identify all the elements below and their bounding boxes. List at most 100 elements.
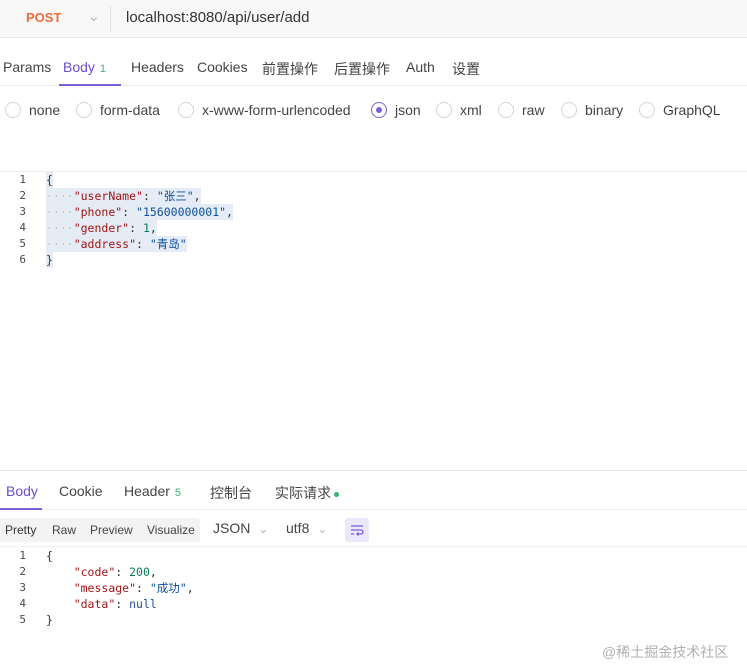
divider xyxy=(0,546,747,547)
tab-label: 后置操作 xyxy=(334,61,390,77)
code-text: "data": null xyxy=(73,597,157,611)
wrap-lines-icon xyxy=(351,525,364,536)
code-line: 1 { xyxy=(0,172,747,188)
encoding-select[interactable]: utf8 ⌄ xyxy=(286,520,327,536)
line-number: 4 xyxy=(19,597,26,610)
format-pretty-button[interactable]: Pretty xyxy=(5,523,36,537)
code-line: 2 "code": 200, xyxy=(0,564,747,580)
tab-post-script[interactable]: 后置操作 xyxy=(334,59,390,79)
json-value: 200 xyxy=(129,565,150,579)
tab-body[interactable]: Body 1 xyxy=(63,59,106,75)
line-number: 5 xyxy=(19,613,26,626)
line-number: 1 xyxy=(19,173,26,186)
tab-label: 设置 xyxy=(452,61,480,77)
tab-response-actual-request[interactable]: 实际请求 xyxy=(275,483,339,503)
url-input[interactable]: localhost:8080/api/user/add xyxy=(126,9,309,26)
tab-label: Params xyxy=(3,59,52,75)
line-number: 5 xyxy=(19,237,26,250)
tab-cookies[interactable]: Cookies xyxy=(197,59,248,75)
code-text: } xyxy=(46,252,53,268)
radio-icon xyxy=(436,102,452,118)
line-number: 3 xyxy=(19,581,26,594)
radio-binary[interactable]: binary xyxy=(561,98,623,122)
json-comma: , xyxy=(149,221,157,235)
tab-label: 实际请求 xyxy=(275,485,331,501)
active-tab-indicator xyxy=(59,84,121,86)
tab-auth[interactable]: Auth xyxy=(406,59,435,75)
radio-graphql[interactable]: GraphQL xyxy=(639,98,721,122)
select-value: JSON xyxy=(213,520,251,536)
panel-divider[interactable] xyxy=(0,470,747,471)
radio-x-www-form-urlencoded[interactable]: x-www-form-urlencoded xyxy=(178,98,351,122)
json-key: "userName" xyxy=(73,189,143,203)
code-text: "code": 200, xyxy=(73,565,157,579)
tab-badge: 5 xyxy=(174,487,182,499)
tab-response-console[interactable]: 控制台 xyxy=(210,483,252,503)
watermark: @稀土掘金技术社区 xyxy=(602,644,729,660)
tab-label: Body xyxy=(6,483,38,499)
radio-icon xyxy=(639,102,655,118)
radio-label: json xyxy=(395,102,421,118)
radio-xml[interactable]: xml xyxy=(436,98,482,122)
radio-checked-icon xyxy=(371,102,387,118)
tab-response-header[interactable]: Header 5 xyxy=(124,483,181,499)
json-value: null xyxy=(129,597,157,611)
line-number: 1 xyxy=(19,549,26,562)
tab-response-cookie[interactable]: Cookie xyxy=(59,483,103,499)
code-text: { xyxy=(46,172,53,188)
radio-form-data[interactable]: form-data xyxy=(76,98,160,122)
json-value: "15600000001" xyxy=(136,205,227,219)
tab-label: Header xyxy=(124,483,170,499)
tab-response-body[interactable]: Body xyxy=(6,483,38,499)
radio-raw[interactable]: raw xyxy=(498,98,545,122)
radio-label: form-data xyxy=(100,102,160,118)
tab-headers[interactable]: Headers xyxy=(131,59,184,75)
json-comma: , xyxy=(149,565,157,579)
json-key: "gender" xyxy=(73,221,130,235)
format-visualize-button[interactable]: Visualize xyxy=(147,523,195,537)
radio-icon xyxy=(561,102,577,118)
tab-label: Headers xyxy=(131,59,184,75)
format-preview-button[interactable]: Preview xyxy=(90,523,133,537)
url-bar: POST ⌄ localhost:8080/api/user/add xyxy=(0,0,747,38)
radio-label: none xyxy=(29,102,61,118)
radio-label: raw xyxy=(522,102,545,118)
json-comma: , xyxy=(226,205,233,219)
code-line: 4 "data": null xyxy=(0,596,747,612)
request-tabs: Params Body 1 Headers Cookies 前置操作 后置操作 A… xyxy=(0,50,747,86)
status-dot-icon xyxy=(334,491,339,497)
radio-json[interactable]: json xyxy=(371,98,421,122)
tab-label: 前置操作 xyxy=(262,61,318,77)
json-value: 1 xyxy=(142,221,150,235)
body-type-radio-group: none form-data x-www-form-urlencoded jso… xyxy=(0,98,747,122)
code-line: 5 ····"address": "青岛" xyxy=(0,236,747,252)
code-text: { xyxy=(46,549,53,563)
code-line: 2 ····"userName": "张三", xyxy=(0,188,747,204)
word-wrap-button[interactable] xyxy=(345,518,369,542)
chevron-down-icon: ⌄ xyxy=(258,522,269,536)
line-number: 2 xyxy=(19,189,26,202)
tab-params[interactable]: Params xyxy=(3,59,51,75)
json-key: "data" xyxy=(73,597,116,611)
chevron-down-icon[interactable]: ⌄ xyxy=(88,8,100,25)
divider xyxy=(110,6,111,32)
language-select[interactable]: JSON ⌄ xyxy=(213,520,268,536)
json-key: "address" xyxy=(73,237,137,251)
json-value: "青岛" xyxy=(149,237,187,251)
radio-none[interactable]: none xyxy=(5,98,60,122)
radio-label: x-www-form-urlencoded xyxy=(202,102,351,118)
format-raw-button[interactable]: Raw xyxy=(52,523,76,537)
tab-label: 控制台 xyxy=(210,485,252,501)
response-tabs: Body Cookie Header 5 控制台 实际请求 xyxy=(0,472,747,510)
tab-label: Body xyxy=(63,59,95,75)
json-key: "message" xyxy=(73,581,137,595)
response-format-bar: Pretty Raw Preview Visualize JSON ⌄ utf8 ⌄ xyxy=(0,516,747,544)
tab-settings[interactable]: 设置 xyxy=(452,59,480,79)
radio-icon xyxy=(5,102,21,118)
tab-pre-script[interactable]: 前置操作 xyxy=(262,59,318,79)
code-line: 3 "message": "成功", xyxy=(0,580,747,596)
chevron-down-icon: ⌄ xyxy=(317,522,328,536)
code-line: 5 } xyxy=(0,612,747,628)
json-key: "phone" xyxy=(73,205,123,219)
method-select[interactable]: POST xyxy=(26,10,61,25)
